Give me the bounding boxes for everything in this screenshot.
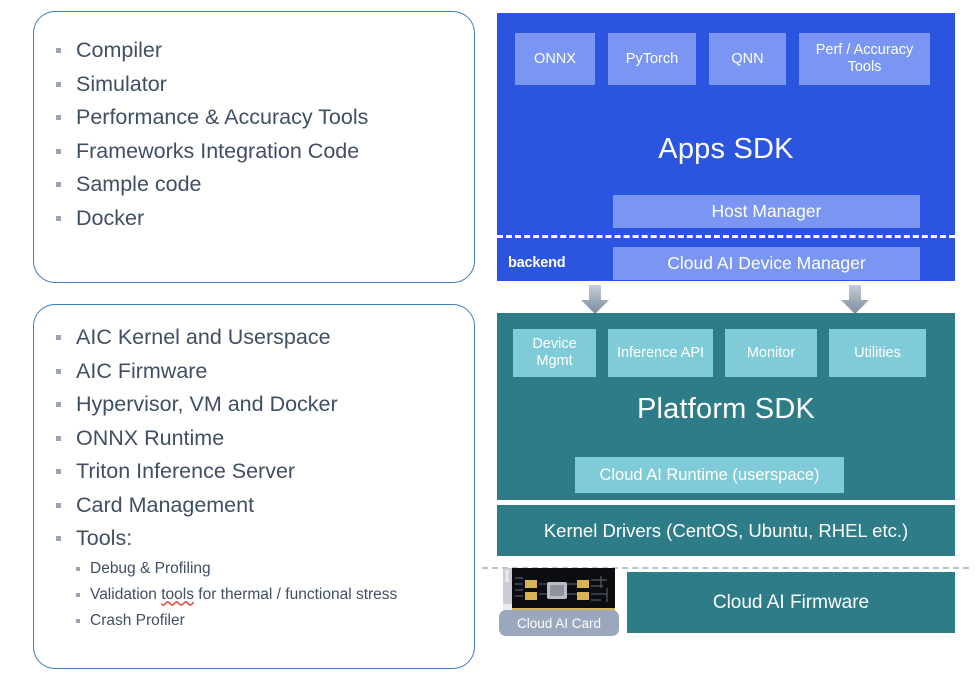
apps-sdk-title: Apps SDK	[658, 133, 794, 165]
apps-sdk-panel: ONNX PyTorch QNN Perf / Accuracy Tools A…	[497, 13, 955, 281]
list-item: AIC Firmware	[46, 355, 474, 389]
chip-perf-accuracy-tools[interactable]: Perf / Accuracy Tools	[799, 33, 930, 85]
platform-sdk-bullet-list: AIC Kernel and Userspace AIC Firmware Hy…	[34, 305, 474, 634]
sub-list-item: Crash Profiler	[68, 608, 474, 634]
list-item: Card Management	[46, 489, 474, 523]
kernel-drivers-bar[interactable]: Kernel Drivers (CentOS, Ubuntu, RHEL etc…	[497, 505, 955, 556]
list-item: Compiler	[46, 34, 474, 68]
host-device-divider	[497, 235, 955, 238]
list-item: Sample code	[46, 168, 474, 202]
chip-inference-api[interactable]: Inference API	[608, 329, 713, 377]
arrow-down-icon-right	[840, 285, 870, 315]
chip-monitor[interactable]: Monitor	[725, 329, 817, 377]
list-item: Tools:	[46, 522, 474, 556]
platform-sdk-contents-box: AIC Kernel and Userspace AIC Firmware Hy…	[33, 304, 475, 669]
misspelled-word: tools	[161, 585, 194, 603]
validation-suffix: for thermal / functional stress	[193, 585, 398, 603]
cloud-ai-card-label: Cloud AI Card	[499, 610, 619, 636]
list-item: Simulator	[46, 68, 474, 102]
list-item: Performance & Accuracy Tools	[46, 101, 474, 135]
sub-list-item-validation: Validation tools for thermal / functiona…	[68, 582, 474, 608]
arrow-down-icon-left	[580, 285, 610, 315]
apps-sdk-bullet-list: Compiler Simulator Performance & Accurac…	[34, 12, 474, 235]
list-item: AIC Kernel and Userspace	[46, 321, 474, 355]
list-item: Frameworks Integration Code	[46, 135, 474, 169]
platform-sdk-title: Platform SDK	[636, 393, 816, 425]
apps-sdk-contents-box: Compiler Simulator Performance & Accurac…	[33, 11, 475, 283]
host-manager-bar[interactable]: Host Manager	[613, 195, 920, 228]
cloud-ai-card-figure: Cloud AI Card	[499, 568, 619, 636]
pcie-card-photo	[503, 568, 615, 615]
list-item: Hypervisor, VM and Docker	[46, 388, 474, 422]
chip-utilities[interactable]: Utilities	[829, 329, 926, 377]
cloud-ai-device-manager-bar[interactable]: Cloud AI Device Manager	[613, 247, 920, 280]
tools-sub-list: Debug & Profiling Validation tools for t…	[46, 556, 474, 634]
cloud-ai-firmware-bar[interactable]: Cloud AI Firmware	[627, 572, 955, 633]
apps-sdk-chip-row: ONNX PyTorch QNN Perf / Accuracy Tools	[497, 13, 955, 85]
chip-device-mgmt[interactable]: Device Mgmt	[513, 329, 596, 377]
sub-list-item: Debug & Profiling	[68, 556, 474, 582]
chip-qnn[interactable]: QNN	[709, 33, 786, 85]
list-item: Docker	[46, 202, 474, 236]
list-item: Triton Inference Server	[46, 455, 474, 489]
platform-sdk-panel: Device Mgmt Inference API Monitor Utilit…	[497, 313, 955, 500]
backend-logo: backend	[508, 255, 566, 271]
chip-pytorch[interactable]: PyTorch	[608, 33, 696, 85]
list-item: ONNX Runtime	[46, 422, 474, 456]
validation-prefix: Validation	[90, 585, 162, 603]
diagram-canvas: Compiler Simulator Performance & Accurac…	[0, 0, 976, 680]
chip-onnx[interactable]: ONNX	[515, 33, 595, 85]
cloud-ai-runtime-bar[interactable]: Cloud AI Runtime (userspace)	[575, 457, 844, 493]
platform-sdk-chip-row: Device Mgmt Inference API Monitor Utilit…	[497, 313, 955, 377]
